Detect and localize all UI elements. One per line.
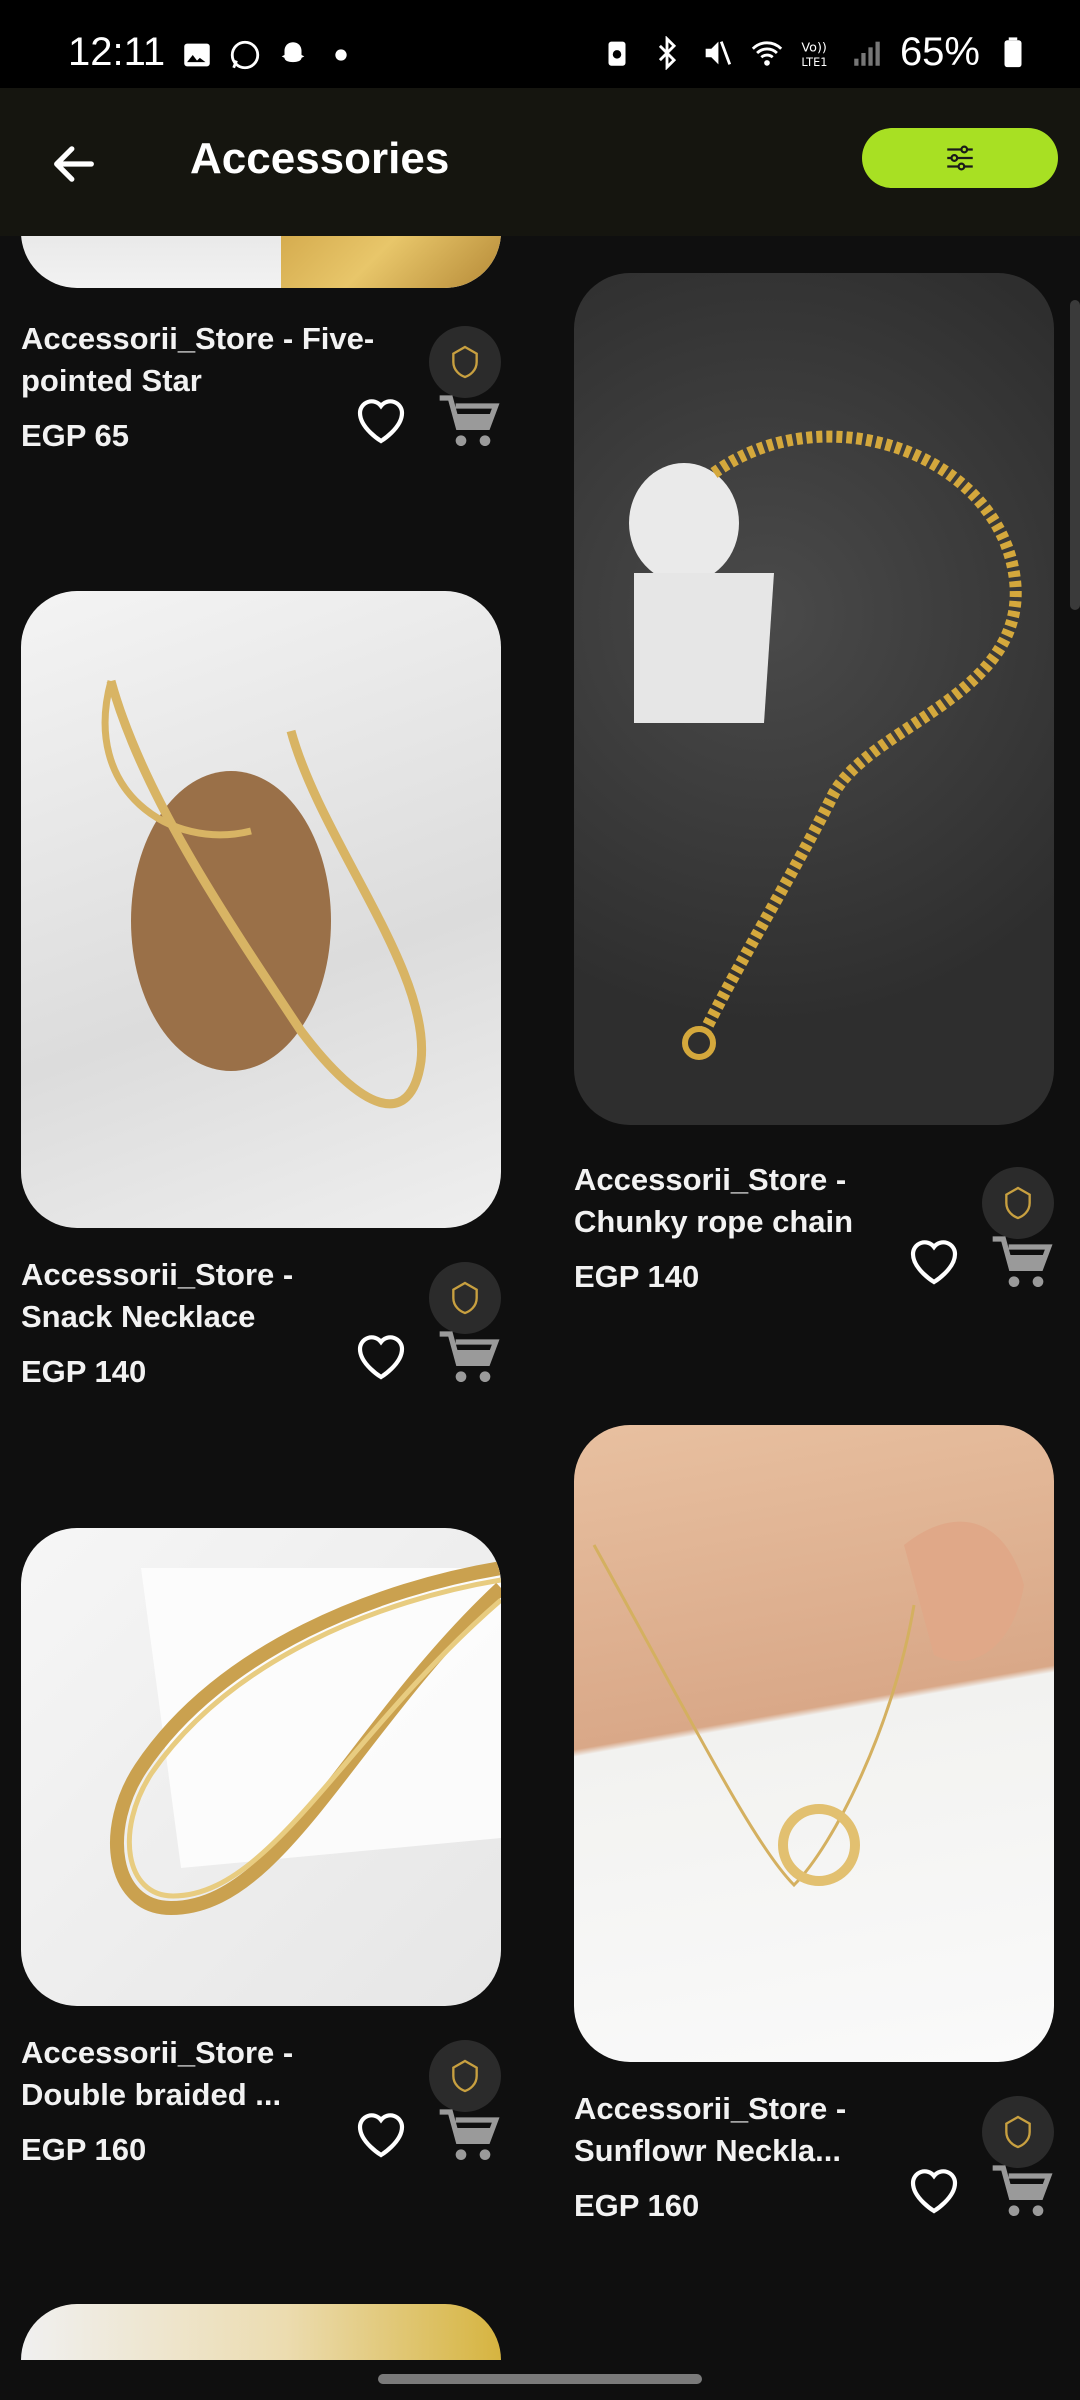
home-indicator[interactable]	[378, 2374, 702, 2384]
whatsapp-icon	[230, 40, 260, 70]
braided-chain-photo	[110, 1561, 501, 1916]
product-card[interactable]: Accessorii_Store - Chunky rope chain EGP…	[574, 273, 1054, 1294]
store-logo[interactable]	[429, 2040, 501, 2112]
signal-icon	[854, 41, 880, 66]
shield-logo-icon	[452, 1281, 478, 1315]
product-grid: Accessorii_Store - Five-pointed Star EGP…	[0, 236, 1080, 2360]
shield-logo-icon	[452, 2059, 478, 2093]
scrollbar[interactable]	[1070, 300, 1080, 610]
status-bar: 12:11 Vo)) LTE1 65%	[0, 0, 1080, 88]
product-image[interactable]	[574, 1425, 1054, 2062]
cart-icon[interactable]	[990, 2162, 1054, 2222]
heart-icon[interactable]	[353, 394, 409, 446]
store-logo[interactable]	[982, 2096, 1054, 2168]
store-logo[interactable]	[429, 326, 501, 398]
product-name: Accessorii_Store - Five-pointed Star	[21, 321, 375, 398]
product-card[interactable]: Accessorii_Store - Snack Necklace EGP 14…	[21, 591, 501, 1389]
gallery-icon	[184, 43, 210, 67]
shield-logo-icon	[1005, 1186, 1031, 1220]
heart-icon[interactable]	[906, 1235, 962, 1287]
product-card[interactable]	[21, 2304, 501, 2360]
product-price: EGP 140	[21, 1354, 147, 1389]
product-price: EGP 160	[574, 2188, 700, 2223]
sliders-icon	[947, 145, 973, 171]
battery-percent: 65%	[899, 30, 980, 74]
bluetooth-icon	[658, 35, 677, 70]
svg-text:Vo)): Vo))	[801, 40, 826, 55]
product-image[interactable]	[21, 1528, 501, 2006]
product-name: Accessorii_Store - Snack Necklace	[21, 1257, 294, 1334]
sunflower-necklace-photo	[592, 1521, 1024, 1888]
heart-icon[interactable]	[353, 1330, 409, 1382]
product-name: Accessorii_Store - Chunky rope chain	[574, 1162, 854, 1239]
store-logo[interactable]	[982, 1167, 1054, 1239]
product-price: EGP 65	[21, 418, 130, 453]
heart-icon[interactable]	[353, 2108, 409, 2160]
product-card[interactable]: Accessorii_Store - Sunflowr Neckla... EG…	[574, 1425, 1054, 2223]
product-image[interactable]	[574, 273, 1054, 1125]
system-icons: Vo)) LTE1 65%	[600, 30, 1030, 75]
product-card[interactable]: Accessorii_Store - Five-pointed Star EGP…	[21, 236, 501, 453]
filter-button[interactable]	[862, 128, 1058, 188]
product-price: EGP 160	[21, 2132, 147, 2167]
shield-logo-icon	[452, 345, 478, 379]
wifi-icon	[751, 40, 783, 66]
back-arrow-icon[interactable]	[48, 138, 100, 190]
cart-icon[interactable]	[437, 392, 501, 452]
dot-icon	[335, 49, 347, 61]
product-image[interactable]	[21, 2304, 501, 2360]
shield-logo-icon	[1005, 2115, 1031, 2149]
svg-text:LTE1: LTE1	[801, 54, 827, 68]
heart-icon[interactable]	[906, 2164, 962, 2216]
page-title: Accessories	[190, 134, 450, 183]
battery-saver-icon	[608, 41, 626, 66]
cart-icon[interactable]	[437, 1328, 501, 1388]
cart-icon[interactable]	[990, 1233, 1054, 1293]
product-name: Accessorii_Store - Double braided ...	[21, 2035, 294, 2112]
snapchat-icon	[281, 42, 305, 63]
product-card[interactable]: Accessorii_Store - Double braided ... EG…	[21, 1528, 501, 2167]
cart-icon[interactable]	[437, 2106, 501, 2166]
product-name: Accessorii_Store - Sunflowr Neckla...	[574, 2091, 847, 2168]
app-bar: Accessories	[0, 88, 1080, 236]
product-image[interactable]	[21, 591, 501, 1228]
store-logo[interactable]	[429, 1262, 501, 1334]
rope-chain-photo	[629, 430, 1022, 1060]
battery-icon	[1004, 36, 1022, 67]
snake-necklace-photo	[101, 679, 427, 1109]
clock: 12:11	[68, 30, 166, 74]
volte-icon: Vo))LTE1	[801, 40, 827, 68]
notification-icons	[180, 38, 358, 72]
product-image[interactable]	[21, 236, 501, 288]
product-price: EGP 140	[574, 1259, 700, 1294]
mute-icon	[705, 40, 732, 65]
